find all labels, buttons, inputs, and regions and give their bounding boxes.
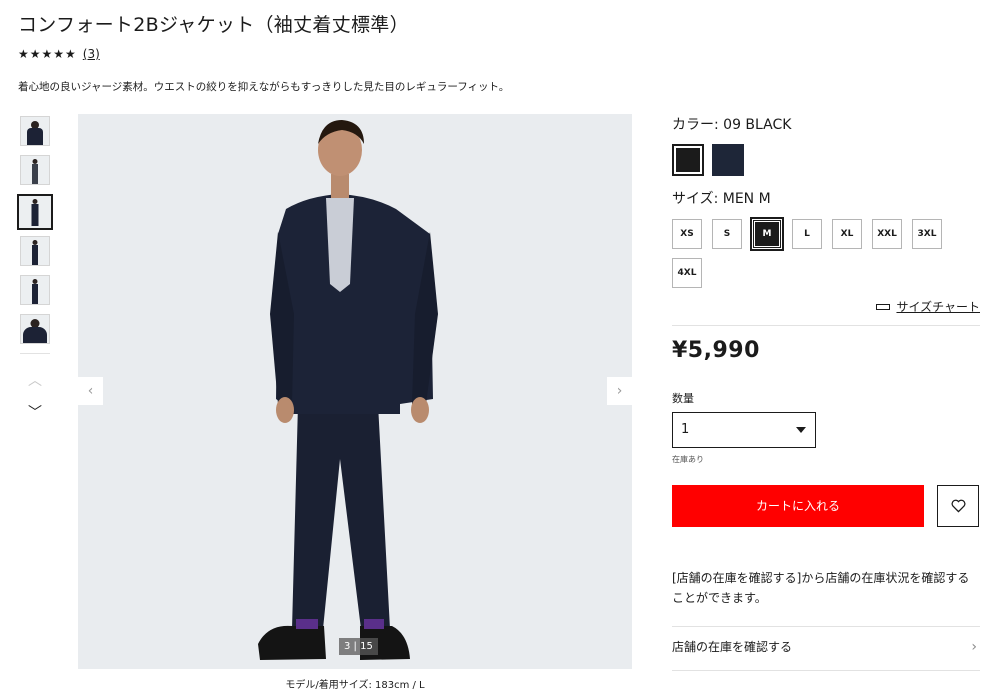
size-option-3xl[interactable]: 3XL [912,219,942,249]
quantity-select[interactable]: 1 [672,412,816,448]
divider [672,670,980,671]
chevron-down-icon[interactable]: ﹀ [17,402,53,424]
product-title: コンフォート2Bジャケット（袖丈着丈標準） [18,14,409,36]
size-options: XS S M L XL XXL 3XL 4XL [672,217,972,288]
thumbnail[interactable] [20,275,50,305]
size-option-xl[interactable]: XL [832,219,862,249]
size-option-xs[interactable]: XS [672,219,702,249]
divider [672,325,980,326]
star-rating-icon: ★★★★★ [18,47,77,61]
review-count-link[interactable]: (3) [83,47,100,61]
size-option-s[interactable]: S [712,219,742,249]
color-swatch-navy[interactable] [712,144,744,176]
chevron-right-icon: › [971,638,977,655]
thumbnail-divider [20,353,50,354]
add-to-cart-button[interactable]: カートに入れる [672,485,924,527]
image-next-button[interactable]: › [607,377,632,405]
rating: ★★★★★ (3) [18,47,100,61]
quantity-label: 数量 [672,392,694,405]
thumbnail-active[interactable] [17,194,53,230]
image-counter: 3 | 15 [339,638,378,655]
color-swatches [672,144,744,176]
ruler-icon [876,303,891,310]
thumbnail[interactable] [20,116,50,146]
caret-down-icon [796,427,806,433]
color-swatch-black[interactable] [672,144,704,176]
chevron-up-icon[interactable]: ︿ [17,370,53,392]
size-label: サイズ: MEN M [672,191,771,207]
favorite-button[interactable] [937,485,979,527]
heart-icon [951,499,965,513]
color-label: カラー: 09 BLACK [672,117,792,133]
main-product-image: ‹ › 3 | 15 [78,114,632,669]
size-option-l[interactable]: L [792,219,822,249]
thumbnail[interactable] [20,236,50,266]
size-option-4xl[interactable]: 4XL [672,258,702,288]
product-description: 着心地の良いジャージ素材。ウエストの絞りを抑えながらもすっきりした見た目のレギュ… [18,81,510,93]
divider [672,626,980,627]
price: ¥5,990 [672,338,760,363]
model-photo [258,120,438,660]
size-chart-link[interactable]: サイズチャート [872,298,980,315]
size-option-xxl[interactable]: XXL [872,219,902,249]
model-size-caption: モデル/着用サイズ: 183cm / L [285,680,425,691]
thumbnail[interactable] [20,155,50,185]
stock-status: 在庫あり [672,455,704,464]
size-chart-label: サイズチャート [896,300,980,314]
thumbnail[interactable] [20,314,50,344]
store-stock-link[interactable]: 店舗の在庫を確認する › [672,638,977,655]
thumbnail-list: ︿ ﹀ [17,116,53,424]
store-stock-note: [店舗の在庫を確認する]から店舗の在庫状況を確認することができます。 [672,571,970,605]
quantity-value: 1 [681,422,690,437]
size-option-m[interactable]: M [750,217,784,251]
image-prev-button[interactable]: ‹ [78,377,103,405]
store-stock-link-label: 店舗の在庫を確認する [672,640,793,654]
